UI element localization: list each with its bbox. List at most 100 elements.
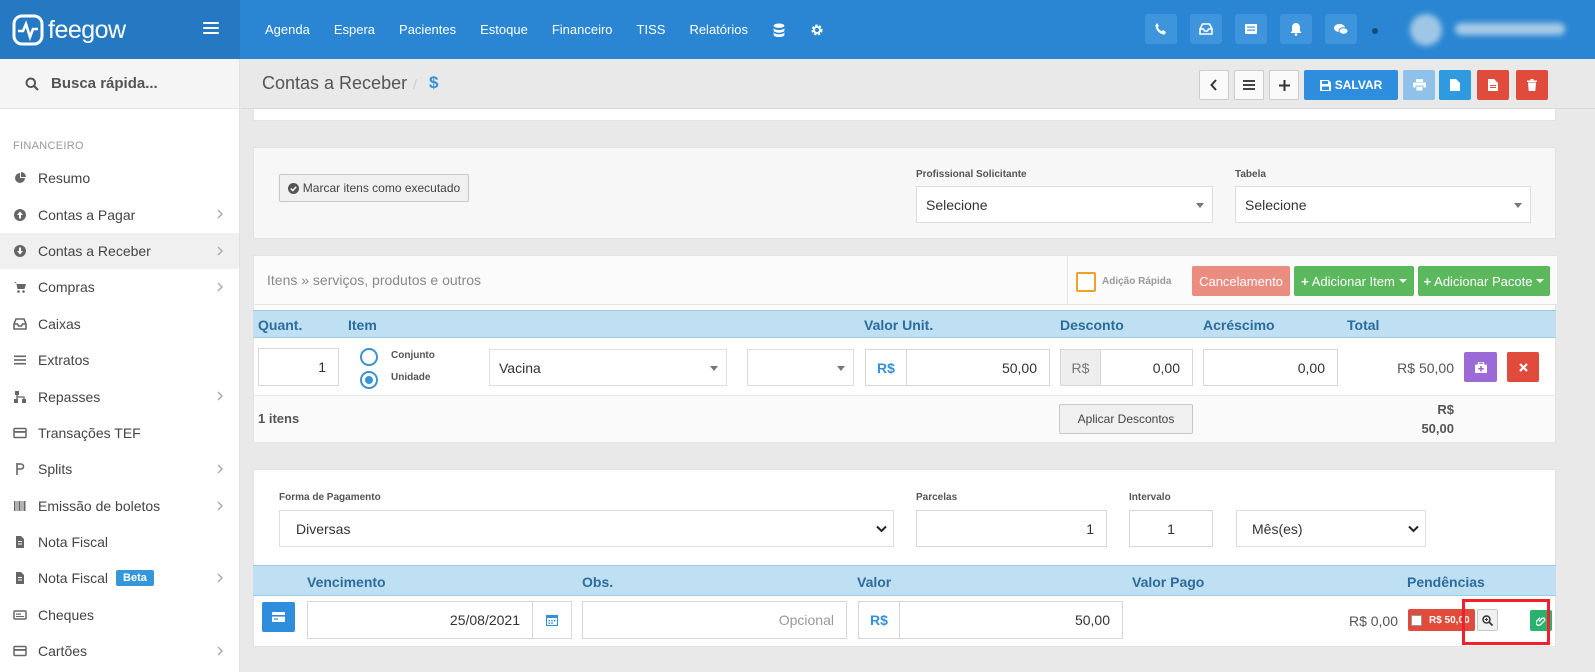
database-icon[interactable] bbox=[760, 22, 798, 38]
add-button[interactable] bbox=[1269, 70, 1299, 100]
sidebar-item-emissao-de-boletos[interactable]: Emissão de boletos bbox=[0, 488, 239, 524]
payment-method-value: Diversas bbox=[296, 520, 351, 537]
table-select[interactable]: Selecione bbox=[1235, 186, 1531, 223]
option-unit-radio[interactable] bbox=[360, 371, 378, 389]
brand-logo[interactable]: feegow bbox=[12, 14, 126, 46]
obs-input[interactable]: Opcional bbox=[582, 601, 847, 639]
installments-input[interactable]: 1 bbox=[916, 510, 1107, 547]
unit-value: 50,00 bbox=[1001, 359, 1037, 376]
paid-value: R$ 0,00 bbox=[1348, 613, 1398, 629]
calendar-button[interactable] bbox=[532, 601, 572, 639]
interval-unit-select[interactable]: Mês(es) bbox=[1236, 510, 1426, 547]
sidebar-item-compras[interactable]: Compras bbox=[0, 269, 239, 305]
user-name-blurred[interactable] bbox=[1455, 23, 1565, 35]
user-avatar[interactable] bbox=[1410, 14, 1442, 46]
nav-tiss[interactable]: TISS bbox=[625, 22, 678, 37]
option-set-radio[interactable] bbox=[360, 348, 378, 366]
pending-checkbox[interactable] bbox=[1411, 614, 1422, 626]
back-button[interactable] bbox=[1199, 70, 1229, 100]
chat-icon[interactable] bbox=[1325, 14, 1357, 44]
col-increase: Acréscimo bbox=[1203, 317, 1275, 333]
list-view-button[interactable] bbox=[1234, 70, 1264, 100]
item-select[interactable]: Vacina bbox=[489, 349, 727, 386]
sidebar-item-contas-a-receber[interactable]: Contas a Receber bbox=[0, 232, 239, 270]
cancel-label: Cancelamento bbox=[1199, 273, 1283, 289]
card-list-icon[interactable] bbox=[1235, 14, 1267, 44]
split-icon bbox=[16, 463, 25, 476]
nav-relatorios[interactable]: Relatórios bbox=[677, 22, 760, 37]
sidebar-item-label: Repasses bbox=[38, 388, 101, 405]
cancel-button[interactable]: Cancelamento bbox=[1192, 266, 1290, 296]
sidebar-item-extratos[interactable]: Extratos bbox=[0, 342, 239, 378]
nav-financeiro[interactable]: Financeiro bbox=[540, 22, 625, 37]
quick-add-checkbox[interactable] bbox=[1076, 272, 1096, 292]
sidebar-item-contas-a-pagar[interactable]: Contas a Pagar bbox=[0, 196, 239, 232]
quick-search[interactable]: Busca rápida... bbox=[0, 59, 239, 109]
installments-label: Parcelas bbox=[916, 492, 958, 503]
settings-gear-icon[interactable] bbox=[798, 22, 836, 38]
arrow-down-circle-icon bbox=[14, 244, 26, 257]
sidebar-item-nota-fiscal[interactable]: Nota Fiscal bbox=[0, 524, 239, 560]
sidebar-item-caixas[interactable]: Caixas bbox=[0, 306, 239, 342]
sidebar-item-repasses[interactable]: Repasses bbox=[0, 378, 239, 414]
col-obs: Obs. bbox=[582, 574, 614, 590]
sidebar: Busca rápida... FINANCEIRO Resumo Contas… bbox=[0, 59, 240, 672]
sidebar-item-label: Nota Fiscal bbox=[38, 570, 109, 587]
add-item-button[interactable]: + Adicionar Item bbox=[1294, 266, 1414, 296]
add-item-label: Adicionar Item bbox=[1311, 273, 1395, 289]
interval-input[interactable]: 1 bbox=[1129, 510, 1213, 547]
chevron-down-icon bbox=[1408, 525, 1419, 533]
sidebar-item-resumo[interactable]: Resumo bbox=[0, 160, 239, 196]
bell-icon[interactable] bbox=[1280, 14, 1312, 44]
delete-button[interactable] bbox=[1516, 70, 1548, 100]
plus-icon bbox=[1278, 79, 1290, 91]
increase-input[interactable]: 0,00 bbox=[1203, 349, 1338, 386]
sidebar-item-splits[interactable]: Splits bbox=[0, 451, 239, 487]
add-package-button[interactable]: + Adicionar Pacote bbox=[1418, 266, 1550, 296]
installment-menu-button[interactable] bbox=[262, 602, 295, 632]
col-due-date: Vencimento bbox=[307, 574, 386, 590]
menu-toggle-icon[interactable] bbox=[203, 22, 219, 35]
sidebar-item-transacoes-tef[interactable]: Transações TEF bbox=[0, 415, 239, 451]
installment-currency-addon: R$ bbox=[858, 601, 900, 639]
nav-estoque[interactable]: Estoque bbox=[468, 22, 540, 37]
apply-discounts-button[interactable]: Aplicar Descontos bbox=[1059, 404, 1193, 434]
table-label: Tabela bbox=[1235, 169, 1266, 180]
unit-value-input[interactable]: 50,00 bbox=[906, 349, 1050, 386]
nav-pacientes[interactable]: Pacientes bbox=[387, 22, 468, 37]
medkit-icon bbox=[1474, 361, 1487, 373]
phone-icon[interactable] bbox=[1145, 14, 1177, 44]
inbox-icon[interactable] bbox=[1190, 14, 1222, 44]
mark-executed-button[interactable]: Marcar itens como executado bbox=[279, 174, 469, 202]
payment-method-label: Forma de Pagamento bbox=[279, 492, 381, 503]
interval-value: 1 bbox=[1167, 520, 1175, 537]
print-button[interactable] bbox=[1403, 70, 1435, 100]
save-button[interactable]: SALVAR bbox=[1304, 70, 1398, 100]
installment-value: 50,00 bbox=[1074, 612, 1110, 628]
due-date-input[interactable]: 25/08/2021 bbox=[307, 601, 533, 639]
quantity-input[interactable]: 1 bbox=[258, 348, 339, 386]
row-total: R$ 50,00 bbox=[1397, 360, 1454, 376]
sidebar-item-cartoes[interactable]: Cartões bbox=[0, 633, 239, 669]
search-placeholder: Busca rápida... bbox=[51, 75, 158, 92]
sitemap-icon bbox=[14, 390, 26, 403]
pdf-button[interactable] bbox=[1477, 70, 1509, 100]
payment-method-select[interactable]: Diversas bbox=[279, 510, 894, 547]
sidebar-item-cheques[interactable]: Cheques bbox=[0, 597, 239, 633]
installment-value-input[interactable]: 50,00 bbox=[899, 601, 1123, 639]
status-dot bbox=[1372, 28, 1378, 34]
remove-item-button[interactable] bbox=[1507, 352, 1539, 382]
close-icon bbox=[1518, 362, 1528, 372]
discount-input[interactable]: 0,00 bbox=[1100, 349, 1193, 386]
sidebar-item-nota-fiscal-beta[interactable]: Nota Fiscal Beta bbox=[0, 560, 239, 596]
arrow-up-circle-icon bbox=[14, 208, 26, 221]
caret-down-icon bbox=[710, 366, 718, 371]
chevron-left-icon bbox=[1210, 79, 1217, 91]
nav-espera[interactable]: Espera bbox=[322, 22, 387, 37]
item-variant-select[interactable] bbox=[747, 349, 854, 386]
nav-agenda[interactable]: Agenda bbox=[253, 22, 322, 37]
document-button[interactable] bbox=[1439, 70, 1471, 100]
professional-select[interactable]: Selecione bbox=[916, 186, 1213, 223]
item-details-button[interactable] bbox=[1464, 352, 1497, 382]
document-icon bbox=[16, 572, 24, 585]
